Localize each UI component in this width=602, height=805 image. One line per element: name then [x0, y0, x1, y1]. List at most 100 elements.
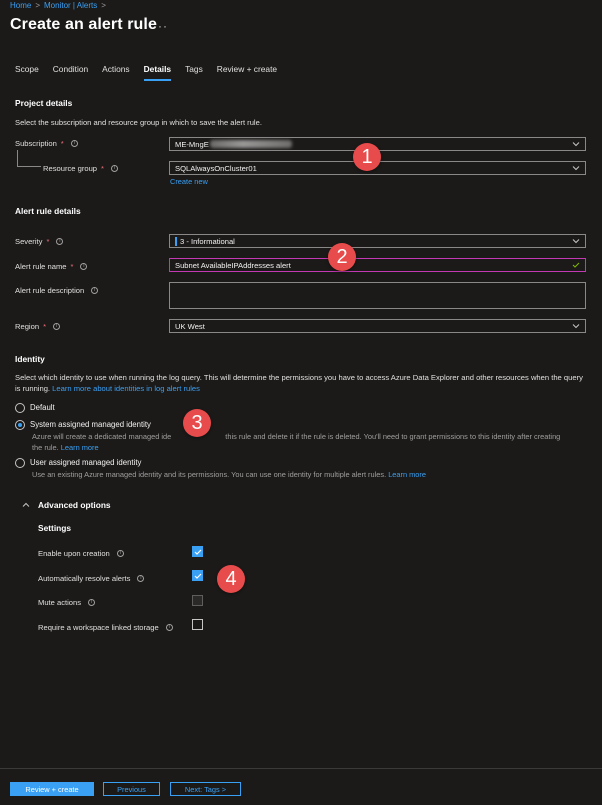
required-marker: *: [70, 262, 74, 271]
more-options-icon[interactable]: ···: [153, 19, 168, 33]
subscription-label-text: Subscription: [15, 139, 57, 148]
resource-group-value: SQLAlwaysOnCluster01: [175, 163, 257, 173]
annotation-badge-2: 2: [328, 243, 356, 271]
identity-learn-more-link[interactable]: Learn more about identities in log alert…: [52, 384, 200, 393]
severity-label: Severity * i: [15, 237, 64, 246]
mute-actions-label: Mute actions i: [38, 598, 96, 607]
radio-circle-selected[interactable]: [15, 420, 25, 430]
radio-system-assigned-label: System assigned managed identity: [30, 420, 151, 429]
redacted-text: [209, 140, 292, 148]
radio-circle[interactable]: [15, 403, 25, 413]
tab-condition[interactable]: Condition: [53, 60, 88, 84]
auto-resolve-checkbox[interactable]: [192, 570, 203, 581]
info-icon[interactable]: i: [165, 624, 173, 631]
mute-actions-text: Mute actions: [38, 598, 82, 607]
user-learn-more-link[interactable]: Learn more: [388, 470, 426, 479]
info-icon[interactable]: i: [56, 238, 64, 245]
tab-actions[interactable]: Actions: [102, 60, 129, 84]
annotation-badge-4: 4: [217, 565, 245, 593]
checkmark-icon: [194, 573, 201, 579]
system-desc-part3: the rule.: [32, 442, 59, 452]
resource-group-label: Resource group * i: [43, 164, 119, 173]
alert-rule-description-label-text: Alert rule description: [15, 286, 85, 295]
resource-group-label-text: Resource group: [43, 164, 98, 173]
severity-value: 3 - Informational: [180, 236, 235, 246]
chevron-up-icon: [22, 502, 30, 507]
tab-tags[interactable]: Tags: [185, 60, 203, 84]
tab-details[interactable]: Details: [143, 60, 172, 84]
auto-resolve-text: Automatically resolve alerts: [38, 574, 131, 583]
mute-actions-checkbox: [192, 595, 203, 606]
chevron-down-icon: [572, 324, 580, 329]
previous-button[interactable]: Previous: [103, 782, 160, 796]
project-details-description: Select the subscription and resource gro…: [15, 118, 262, 127]
alert-rule-description-textarea[interactable]: [169, 282, 586, 309]
enable-upon-creation-checkbox[interactable]: [192, 546, 203, 557]
workspace-storage-checkbox[interactable]: [192, 619, 203, 630]
tab-bar: Scope Condition Actions Details Tags Rev…: [15, 60, 291, 84]
region-dropdown[interactable]: UK West: [169, 319, 586, 333]
alert-rule-name-value: Subnet AvailableIPAddresses alert: [175, 260, 291, 270]
info-icon[interactable]: i: [116, 550, 124, 557]
alert-rule-name-input[interactable]: Subnet AvailableIPAddresses alert: [169, 258, 586, 272]
chevron-down-icon: [572, 142, 580, 147]
info-icon[interactable]: i: [53, 323, 61, 330]
chevron-down-icon: [572, 239, 580, 244]
auto-resolve-label: Automatically resolve alerts i: [38, 574, 145, 583]
required-marker: *: [46, 237, 50, 246]
tab-review-create[interactable]: Review + create: [217, 60, 277, 84]
region-label-text: Region: [15, 322, 40, 331]
severity-dropdown[interactable]: 3 - Informational: [169, 234, 586, 248]
info-icon[interactable]: i: [70, 140, 78, 147]
user-assigned-description: Use an existing Azure managed identity a…: [32, 470, 592, 481]
subscription-label: Subscription * i: [15, 139, 78, 148]
enable-upon-creation-label: Enable upon creation i: [38, 549, 124, 558]
info-icon[interactable]: i: [88, 599, 96, 606]
breadcrumb: Home > Monitor | Alerts >: [10, 1, 106, 10]
info-icon[interactable]: i: [111, 165, 119, 172]
severity-label-text: Severity: [15, 237, 43, 246]
tab-scope[interactable]: Scope: [15, 60, 39, 84]
radio-user-assigned-label: User assigned managed identity: [30, 458, 142, 467]
annotation-badge-1: 1: [353, 143, 381, 171]
info-icon[interactable]: i: [91, 287, 99, 294]
enable-upon-creation-text: Enable upon creation: [38, 549, 110, 558]
checkmark-icon: [194, 549, 201, 555]
workspace-storage-text: Require a workspace linked storage: [38, 623, 159, 632]
radio-user-assigned[interactable]: User assigned managed identity: [15, 458, 141, 468]
info-icon[interactable]: i: [80, 263, 88, 270]
breadcrumb-separator-end: >: [101, 1, 106, 10]
breadcrumb-home[interactable]: Home: [10, 1, 31, 10]
identity-heading: Identity: [15, 354, 45, 364]
required-marker: *: [101, 164, 105, 173]
breadcrumb-monitor-alerts[interactable]: Monitor | Alerts: [44, 1, 97, 10]
region-value: UK West: [175, 321, 205, 331]
checkmark-icon: [572, 262, 580, 268]
user-desc-text: Use an existing Azure managed identity a…: [32, 470, 387, 479]
radio-default[interactable]: Default: [15, 403, 55, 413]
breadcrumb-separator: >: [35, 1, 41, 10]
advanced-options-toggle[interactable]: Advanced options: [22, 500, 111, 510]
review-create-button[interactable]: Review + create: [10, 782, 94, 796]
system-desc-part2: this rule and delete it if the rule is d…: [225, 432, 561, 441]
chevron-down-icon: [572, 166, 580, 171]
radio-circle[interactable]: [15, 458, 25, 468]
required-marker: *: [60, 139, 64, 148]
create-new-link[interactable]: Create new: [170, 177, 208, 186]
radio-default-label: Default: [30, 403, 55, 412]
next-tags-button[interactable]: Next: Tags >: [170, 782, 241, 796]
settings-heading: Settings: [38, 523, 72, 533]
footer-bar: Review + create Previous Next: Tags >: [0, 768, 602, 805]
page-title: Create an alert rule: [10, 16, 157, 33]
system-learn-more-link[interactable]: Learn more: [61, 443, 99, 452]
info-icon[interactable]: i: [137, 575, 145, 582]
region-label: Region * i: [15, 322, 61, 331]
required-marker: *: [43, 322, 47, 331]
alert-rule-description-label: Alert rule description i: [15, 286, 99, 295]
tree-connector: [17, 150, 41, 167]
system-desc-part1: Azure will create a dedicated managed id…: [32, 432, 172, 441]
radio-system-assigned[interactable]: System assigned managed identity: [15, 420, 151, 430]
alert-rule-details-heading: Alert rule details: [15, 206, 81, 216]
system-assigned-description: Azure will create a dedicated managed id…: [32, 432, 592, 453]
subscription-value: ME-MngE: [175, 139, 209, 149]
